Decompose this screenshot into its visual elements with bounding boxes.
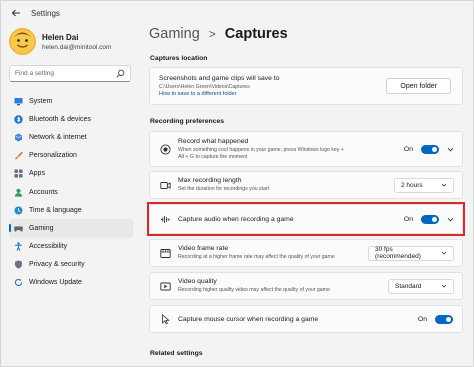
chevron-down-icon[interactable] — [446, 145, 454, 153]
video-camera-icon — [159, 179, 172, 192]
bluetooth-icon — [14, 115, 23, 124]
sidebar-item-gaming[interactable]: Gaming — [9, 219, 133, 238]
sidebar-item-label: Accessibility — [29, 243, 68, 251]
page-title: Captures — [224, 26, 288, 42]
sidebar-item-label: Gaming — [29, 224, 54, 232]
brush-icon — [14, 151, 23, 160]
chevron-down-icon — [440, 250, 447, 257]
record-what-happened-toggle[interactable] — [421, 144, 439, 154]
settings-window: Settings Helen Dai helen.dai@minitool.co… — [0, 0, 474, 367]
sidebar-item-accounts[interactable]: Accounts — [9, 183, 133, 201]
network-icon — [14, 133, 23, 142]
chevron-down-icon — [440, 283, 447, 290]
breadcrumb-parent[interactable]: Gaming — [149, 26, 200, 42]
globe-clock-icon — [14, 206, 23, 215]
open-folder-button[interactable]: Open folder — [386, 78, 451, 94]
record-icon — [159, 143, 172, 156]
title-bar: Settings — [1, 1, 474, 25]
max-length-select[interactable]: 2 hours — [394, 177, 454, 193]
frame-rate-value: 30 fps (recommended) — [375, 246, 421, 260]
search-icon[interactable] — [114, 68, 126, 80]
sidebar-item-label: Time & language — [29, 206, 82, 214]
section-title-captures-location: Captures location — [150, 55, 208, 62]
captures-location-card: Screenshots and game clips will save to … — [149, 67, 463, 105]
accessibility-icon — [14, 242, 23, 251]
frame-rate-icon — [159, 247, 172, 260]
sidebar-nav: System Bluetooth & devices Network & int… — [9, 92, 133, 292]
capture-audio-title: Capture audio when recording a game — [178, 215, 294, 223]
breadcrumb-separator: > — [208, 27, 216, 41]
chevron-down-icon[interactable] — [446, 215, 454, 223]
update-icon — [14, 278, 23, 287]
video-frame-rate-title: Video frame rate — [178, 245, 229, 253]
sidebar-item-personalization[interactable]: Personalization — [9, 147, 133, 165]
video-quality-icon — [159, 280, 172, 293]
sidebar-item-label: Bluetooth & devices — [29, 115, 91, 123]
toggle-state-label: On — [403, 145, 413, 153]
profile-name: Helen Dai — [42, 32, 79, 42]
monitor-icon — [14, 97, 23, 106]
sidebar-item-accessibility[interactable]: Accessibility — [9, 238, 133, 256]
app-title: Settings — [31, 8, 60, 18]
record-what-happened-card[interactable]: Record what happened When something cool… — [149, 131, 463, 167]
sidebar-item-bluetooth[interactable]: Bluetooth & devices — [9, 110, 133, 128]
different-folder-link[interactable]: How to save to a different folder — [159, 91, 386, 97]
avatar — [9, 28, 36, 55]
mouse-cursor-icon — [159, 313, 172, 326]
sidebar-item-privacy-security[interactable]: Privacy & security — [9, 256, 133, 274]
person-icon — [14, 188, 23, 197]
sidebar-item-label: Personalization — [29, 152, 77, 160]
video-frame-rate-desc: Recording at a higher frame rate may aff… — [178, 254, 335, 261]
shield-icon — [14, 260, 23, 269]
sidebar-item-label: Network & internet — [29, 133, 87, 141]
search-placeholder: Find a setting — [15, 70, 55, 77]
capture-audio-card[interactable]: Capture audio when recording a game On — [149, 204, 463, 234]
sidebar-item-label: Accounts — [29, 188, 58, 196]
search-input[interactable]: Find a setting — [9, 65, 131, 82]
capture-mouse-cursor-title: Capture mouse cursor when recording a ga… — [178, 315, 319, 323]
record-what-happened-desc-2: Alt + G to capture the moment — [178, 153, 248, 160]
audio-wave-icon — [159, 213, 172, 226]
sidebar-item-label: Apps — [29, 170, 45, 178]
chevron-down-icon — [440, 182, 447, 189]
sidebar-item-label: System — [29, 97, 53, 105]
user-profile[interactable]: Helen Dai helen.dai@minitool.com — [9, 28, 111, 55]
video-quality-select[interactable]: Standard — [388, 278, 454, 294]
breadcrumb: Gaming > Captures — [149, 26, 288, 42]
section-title-related-settings: Related settings — [150, 350, 203, 357]
max-recording-length-title: Max recording length — [178, 177, 242, 185]
video-quality-value: Standard — [395, 282, 422, 290]
max-recording-length-desc: Set the duration for recordings you star… — [178, 186, 270, 193]
capture-mouse-cursor-card: Capture mouse cursor when recording a ga… — [149, 305, 463, 333]
toggle-state-label: On — [403, 215, 413, 223]
sidebar-item-windows-update[interactable]: Windows Update — [9, 274, 133, 292]
section-title-recording-preferences: Recording preferences — [150, 118, 225, 125]
record-what-happened-title: Record what happened — [178, 138, 249, 146]
sidebar-item-system[interactable]: System — [9, 92, 133, 110]
gamepad-icon — [14, 224, 23, 233]
sidebar-item-label: Privacy & security — [29, 261, 85, 269]
sidebar-item-label: Windows Update — [29, 279, 82, 287]
toggle-state-label: On — [417, 315, 427, 323]
capture-mouse-cursor-toggle[interactable] — [435, 314, 453, 324]
sidebar-item-network[interactable]: Network & internet — [9, 128, 133, 146]
max-length-value: 2 hours — [401, 181, 423, 189]
frame-rate-select[interactable]: 30 fps (recommended) — [368, 245, 454, 261]
video-frame-rate-card: Video frame rate Recording at a higher f… — [149, 239, 463, 267]
max-recording-length-card: Max recording length Set the duration fo… — [149, 171, 463, 199]
video-quality-card: Video quality Recording higher quality v… — [149, 272, 463, 300]
sidebar-item-apps[interactable]: Apps — [9, 165, 133, 183]
apps-icon — [14, 169, 23, 178]
video-quality-title: Video quality — [178, 278, 217, 286]
sidebar-item-time-language[interactable]: Time & language — [9, 201, 133, 219]
profile-email: helen.dai@minitool.com — [42, 43, 112, 51]
back-arrow-icon[interactable] — [9, 6, 23, 20]
video-quality-desc: Recording higher quality video may affec… — [178, 287, 330, 294]
capture-audio-toggle[interactable] — [421, 214, 439, 224]
captures-location-title: Screenshots and game clips will save to — [159, 75, 280, 83]
